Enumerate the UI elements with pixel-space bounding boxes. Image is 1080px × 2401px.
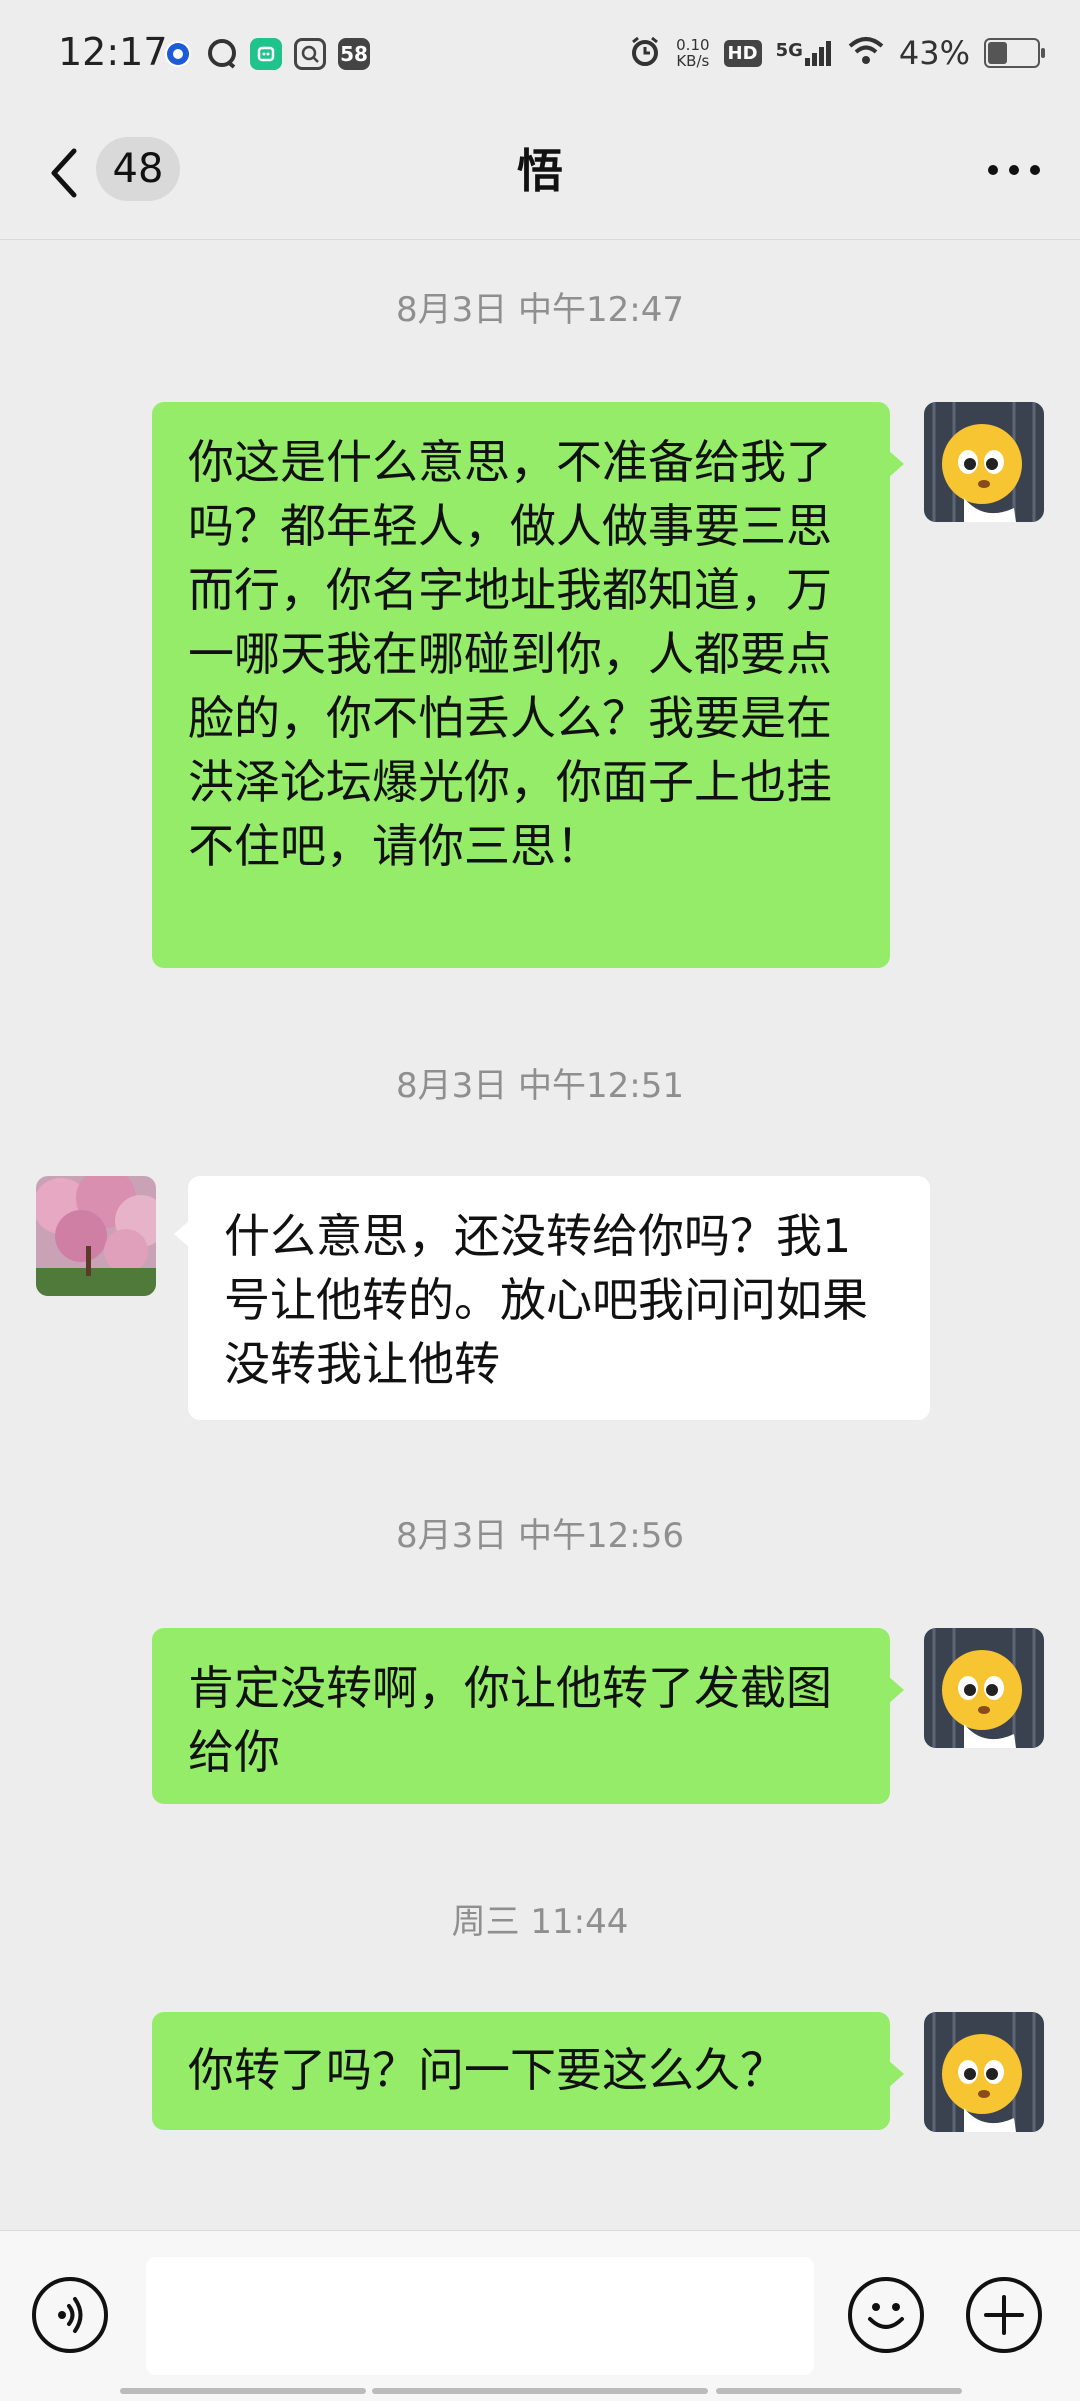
mi-icon — [250, 38, 282, 70]
message-input[interactable] — [146, 2257, 814, 2375]
more-options-icon[interactable] — [988, 165, 1040, 175]
chat-header: 48 悟 — [0, 115, 1080, 240]
search-app-icon — [294, 38, 326, 70]
wifi-icon — [847, 36, 885, 70]
my-avatar[interactable] — [924, 402, 1044, 522]
crying-emoji-avatar-icon — [924, 402, 1044, 522]
status-time: 12:17 — [58, 30, 168, 74]
sent-message-bubble[interactable]: 肯定没转啊，你让他转了发截图给你 — [152, 1628, 904, 1804]
network-speed: 0.10 KB/s — [676, 37, 709, 69]
signal-type: 5G — [775, 40, 803, 61]
message-timestamp: 周三 11:44 — [451, 1902, 629, 1942]
navigation-handle — [120, 2388, 366, 2394]
input-bar — [0, 2230, 1080, 2401]
sent-message-bubble[interactable]: 你这是什么意思，不准备给我了吗？都年轻人，做人做事要三思而行，你名字地址我都知道… — [152, 402, 904, 968]
contact-avatar[interactable] — [36, 1176, 156, 1296]
emoji-icon[interactable] — [848, 2277, 924, 2353]
crying-emoji-avatar-icon — [924, 1628, 1044, 1748]
navigation-handle — [372, 2388, 708, 2394]
battery-percentage: 43% — [898, 34, 970, 72]
chat-title: 悟 — [517, 144, 563, 198]
cell-signal-icon: 5G — [776, 40, 833, 66]
status-bar: 12:17 58 0.10 KB/s HD 5G 43% — [0, 0, 1080, 115]
browser-icon — [162, 38, 194, 70]
chat-bubble-icon — [206, 38, 238, 70]
cherry-blossom-avatar-icon — [36, 1176, 156, 1296]
crying-emoji-avatar-icon — [924, 2012, 1044, 2132]
voice-icon[interactable] — [32, 2277, 108, 2353]
received-message-bubble[interactable]: 什么意思，还没转给你吗？我1号让他转的。放心吧我问问如果没转我让他转 — [174, 1176, 930, 1420]
alarm-icon — [628, 34, 662, 72]
my-avatar[interactable] — [924, 2012, 1044, 2132]
network-speed-value: 0.10 — [676, 36, 710, 54]
battery-icon — [984, 38, 1045, 68]
battery-fill — [988, 42, 1007, 64]
message-timestamp: 8月3日 中午12:56 — [395, 1516, 685, 1556]
58-app-icon: 58 — [338, 38, 370, 70]
plus-icon[interactable] — [966, 2277, 1042, 2353]
message-timestamp: 8月3日 中午12:47 — [395, 290, 685, 330]
network-speed-unit: KB/s — [676, 52, 710, 70]
my-avatar[interactable] — [924, 1628, 1044, 1748]
hd-badge: HD — [723, 39, 762, 67]
status-right-indicators: 0.10 KB/s HD 5G 43% — [628, 34, 1045, 72]
sent-message-bubble[interactable]: 你转了吗？问一下要这么久？ — [152, 2012, 904, 2130]
navigation-handle — [716, 2388, 962, 2394]
notification-icons: 58 — [162, 38, 370, 70]
message-timestamp: 8月3日 中午12:51 — [395, 1066, 685, 1106]
